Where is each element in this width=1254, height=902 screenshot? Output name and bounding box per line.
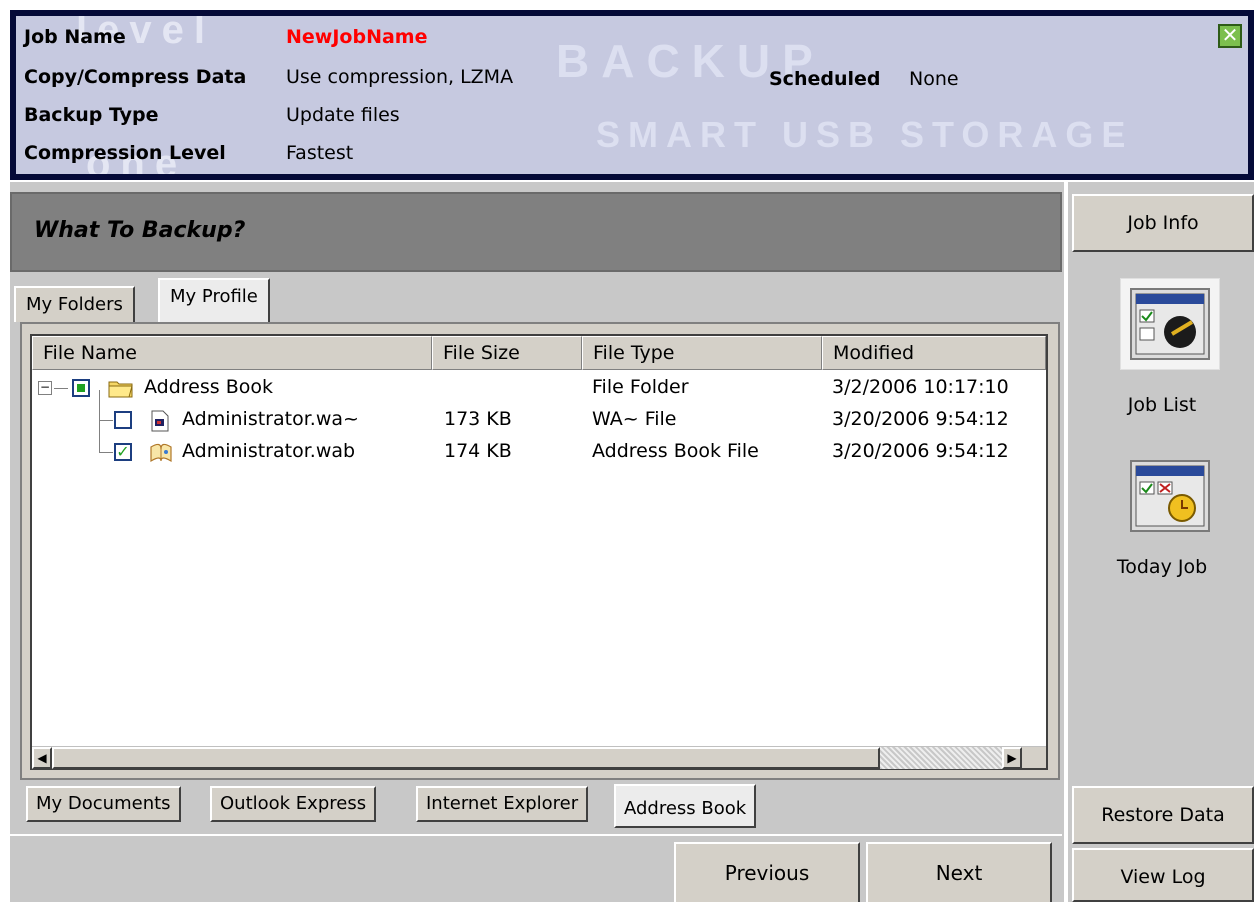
file-modified: 3/2/2006 10:17:10 [832,376,1009,398]
job-info-button[interactable]: Job Info [1072,194,1254,252]
tab-outlook-express[interactable]: Outlook Express [210,786,377,822]
tab-address-book[interactable]: Address Book [614,784,757,828]
close-icon: ✕ [1221,23,1239,47]
arrow-right-icon: ▶ [1007,751,1017,765]
file-name: Administrator.wab [182,440,356,462]
scroll-right-button[interactable]: ▶ [1002,747,1022,769]
tab-my-documents[interactable]: My Documents [26,786,181,822]
file-size: 173 KB [444,408,512,430]
arrow-left-icon: ◀ [37,751,47,765]
close-button[interactable]: ✕ [1218,24,1242,48]
section-title-bar: What To Backup? [10,192,1062,272]
scrollbar-thumb[interactable] [52,747,880,769]
today-job-icon [1130,460,1210,532]
today-job-button[interactable] [1120,450,1220,542]
file-list-header: File Name File Size File Type Modified [32,336,1046,370]
backup-type-value: Update files [286,104,400,126]
file-icon [150,410,174,432]
file-type: File Folder [592,376,689,398]
table-row[interactable]: Administrator.wa~ 173 KB WA~ File 3/20/2… [32,404,1046,436]
job-summary-panel: level one BACKUP SMART USB STORAGE Job N… [16,16,1248,174]
job-summary-header: level one BACKUP SMART USB STORAGE Job N… [10,10,1254,180]
right-sidebar: Job Info Job List Today Job Restore Data… [1066,182,1254,902]
backup-type-label: Backup Type [24,104,159,126]
column-header-file-name[interactable]: File Name [32,336,432,370]
file-type: WA~ File [592,408,677,430]
tab-content-frame: File Name File Size File Type Modified −… [20,322,1060,780]
file-name: Administrator.wa~ [182,408,359,430]
job-name-label: Job Name [24,26,126,48]
collapse-icon[interactable]: − [38,381,52,395]
checkbox-checked[interactable]: ✓ [114,443,132,461]
file-type: Address Book File [592,440,759,462]
scheduled-label: Scheduled [769,68,881,90]
job-list-button[interactable] [1120,278,1220,370]
job-name-value: NewJobName [286,26,428,48]
horizontal-scrollbar[interactable]: ◀ ▶ [32,746,1046,769]
folder-icon [108,378,133,398]
job-list-icon [1130,288,1210,360]
table-row[interactable]: ✓ Administrator.wab 174 KB Address Book … [32,436,1046,468]
file-modified: 3/20/2006 9:54:12 [832,440,1009,462]
checkbox-partial[interactable] [72,379,90,397]
file-list: File Name File Size File Type Modified −… [30,334,1048,770]
navigation-bar: Previous Next [10,834,1062,902]
copy-compress-label: Copy/Compress Data [24,66,247,88]
next-button[interactable]: Next [866,842,1052,902]
column-header-file-type[interactable]: File Type [582,336,822,370]
address-book-icon [148,441,172,463]
copy-compress-value: Use compression, LZMA [286,66,514,88]
file-name: Address Book [144,376,273,398]
tab-my-folders[interactable]: My Folders [14,286,135,322]
today-job-label[interactable]: Today Job [1068,556,1254,578]
section-title: What To Backup? [34,218,246,243]
file-modified: 3/20/2006 9:54:12 [832,408,1009,430]
tab-internet-explorer[interactable]: Internet Explorer [416,786,589,822]
view-log-button[interactable]: View Log [1072,848,1254,902]
tab-my-profile[interactable]: My Profile [158,278,270,322]
table-row[interactable]: − Address Book File Folder 3/2/2006 10:1… [32,372,1046,404]
watermark-smart-usb-storage: SMART USB STORAGE [596,114,1134,155]
previous-button[interactable]: Previous [674,842,860,902]
scheduled-value: None [909,68,959,90]
scrollbar-track[interactable] [880,747,1002,769]
scroll-left-button[interactable]: ◀ [32,747,52,769]
checkbox-unchecked[interactable] [114,411,132,429]
column-header-modified[interactable]: Modified [822,336,1046,370]
compression-level-label: Compression Level [24,142,226,164]
job-list-label[interactable]: Job List [1068,394,1254,416]
restore-data-button[interactable]: Restore Data [1072,786,1254,844]
compression-level-value: Fastest [286,142,354,164]
file-size: 174 KB [444,440,512,462]
main-panel: What To Backup? My Folders My Profile Fi… [0,182,1064,902]
column-header-file-size[interactable]: File Size [432,336,582,370]
